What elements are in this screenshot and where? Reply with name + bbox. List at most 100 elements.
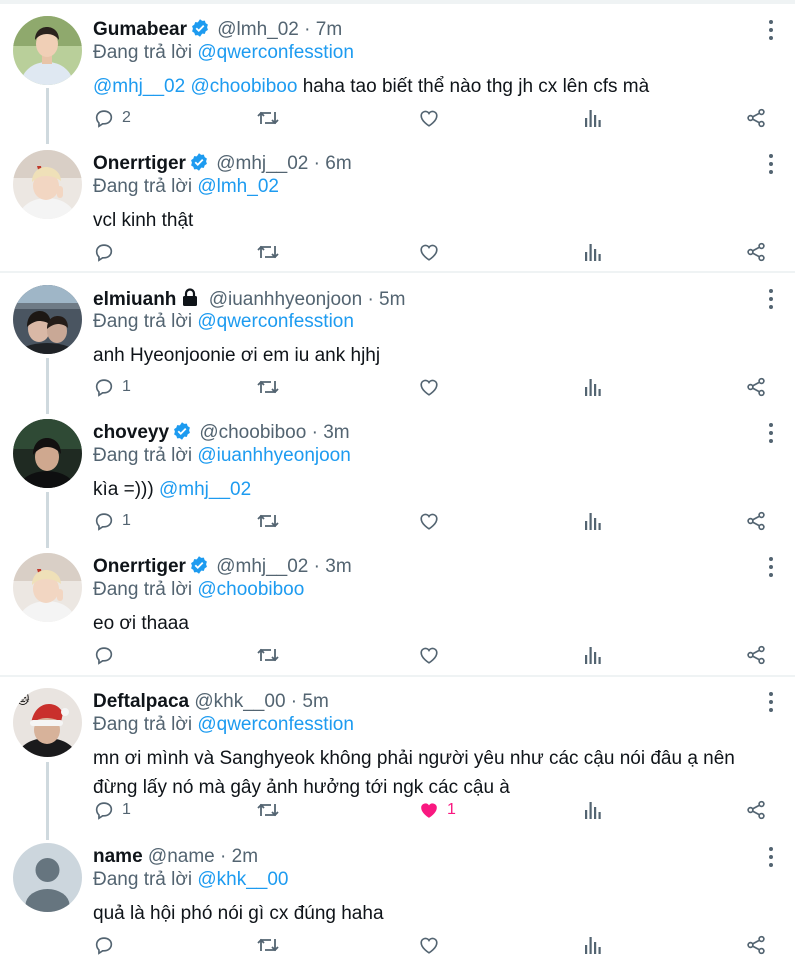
mention-link[interactable]: @mhj__02 @choobiboo: [93, 76, 297, 97]
reply-button[interactable]: 1: [93, 374, 131, 400]
retweet-button[interactable]: [256, 105, 287, 131]
display-name[interactable]: Onerrtiger: [93, 153, 186, 174]
more-icon[interactable]: [764, 847, 778, 871]
like-button[interactable]: [418, 374, 447, 400]
avatar[interactable]: [13, 843, 82, 912]
more-icon[interactable]: [764, 557, 778, 581]
timestamp[interactable]: 5m: [379, 289, 405, 310]
more-icon[interactable]: [764, 423, 778, 447]
separator-dot: ·: [313, 556, 320, 577]
reply-button[interactable]: [93, 642, 122, 668]
user-handle[interactable]: @lmh_02: [217, 19, 299, 40]
share-button[interactable]: [745, 374, 767, 400]
like-button[interactable]: [418, 105, 447, 131]
retweet-button[interactable]: [256, 374, 287, 400]
replying-to-handle[interactable]: @qwerconfesstion: [197, 42, 354, 63]
reply-button[interactable]: 1: [93, 797, 131, 823]
like-button[interactable]: [418, 239, 447, 265]
reply-count: 1: [122, 378, 131, 395]
share-button[interactable]: [745, 642, 767, 668]
display-name[interactable]: Onerrtiger: [93, 556, 186, 577]
more-icon[interactable]: [764, 20, 778, 44]
replying-to-handle[interactable]: @qwerconfesstion: [197, 311, 354, 332]
svg-text:🐱: 🐱: [16, 692, 30, 708]
timestamp[interactable]: 5m: [302, 691, 328, 712]
reply-button[interactable]: 2: [93, 105, 131, 131]
user-handle[interactable]: @iuanhhyeonjoon: [209, 289, 362, 310]
retweet-icon: [256, 510, 280, 532]
reply-icon: [93, 107, 115, 129]
tweet-actions: 11: [0, 797, 795, 823]
timestamp[interactable]: 3m: [323, 422, 349, 443]
share-icon: [745, 510, 767, 532]
user-handle[interactable]: @mhj__02: [216, 153, 308, 174]
like-icon: [418, 376, 440, 398]
share-button[interactable]: [745, 932, 767, 958]
replying-to-handle[interactable]: @lmh_02: [197, 176, 279, 197]
separator-dot: ·: [313, 153, 320, 174]
timestamp[interactable]: 3m: [325, 556, 351, 577]
reply-button[interactable]: 1: [93, 508, 131, 534]
reply-button[interactable]: [93, 932, 122, 958]
tweet-text: anh Hyeonjoonie ơi em iu ank hjhj: [93, 341, 773, 370]
mention-link[interactable]: @mhj__02: [159, 479, 251, 500]
views-icon: [583, 934, 603, 956]
retweet-button[interactable]: [256, 642, 287, 668]
like-icon: [418, 107, 440, 129]
more-icon[interactable]: [764, 289, 778, 313]
reply-count: 1: [122, 512, 131, 529]
avatar[interactable]: [13, 150, 82, 219]
retweet-button[interactable]: [256, 508, 287, 534]
more-icon[interactable]: [764, 154, 778, 178]
conversation-divider: [0, 271, 795, 273]
views-button[interactable]: [583, 932, 603, 958]
views-button[interactable]: [583, 508, 603, 534]
more-icon[interactable]: [764, 692, 778, 716]
display-name[interactable]: Deftalpaca: [93, 691, 189, 712]
retweet-icon: [256, 799, 280, 821]
retweet-button[interactable]: [256, 239, 287, 265]
display-name[interactable]: Gumabear: [93, 19, 187, 40]
avatar[interactable]: [13, 553, 82, 622]
user-handle[interactable]: @khk__00: [194, 691, 285, 712]
tweet-actions: 2: [0, 105, 795, 131]
views-button[interactable]: [583, 642, 603, 668]
like-button[interactable]: [418, 508, 447, 534]
avatar[interactable]: [13, 285, 82, 354]
avatar[interactable]: [13, 16, 82, 85]
separator-dot: ·: [367, 289, 374, 310]
share-button[interactable]: [745, 239, 767, 265]
tweet-actions: 1: [0, 374, 795, 400]
views-button[interactable]: [583, 797, 603, 823]
display-name[interactable]: choveyy: [93, 422, 169, 443]
timestamp[interactable]: 7m: [316, 19, 342, 40]
like-button[interactable]: 1: [418, 797, 456, 823]
share-button[interactable]: [745, 508, 767, 534]
user-handle[interactable]: @choobiboo: [199, 422, 306, 443]
share-button[interactable]: [745, 105, 767, 131]
replying-to-handle[interactable]: @qwerconfesstion: [197, 714, 354, 735]
share-icon: [745, 376, 767, 398]
like-button[interactable]: [418, 642, 447, 668]
replying-to-handle[interactable]: @iuanhhyeonjoon: [197, 445, 350, 466]
user-handle[interactable]: @mhj__02: [216, 556, 308, 577]
reply-button[interactable]: [93, 239, 122, 265]
timestamp[interactable]: 6m: [325, 153, 351, 174]
replying-to-handle[interactable]: @choobiboo: [197, 579, 304, 600]
retweet-button[interactable]: [256, 932, 287, 958]
retweet-button[interactable]: [256, 797, 287, 823]
like-button[interactable]: [418, 932, 447, 958]
views-button[interactable]: [583, 105, 603, 131]
share-button[interactable]: [745, 797, 767, 823]
timestamp[interactable]: 2m: [232, 846, 258, 867]
retweet-icon: [256, 241, 280, 263]
tweet-body: haha tao biết thể nào thg jh cx lên cfs …: [297, 76, 650, 97]
views-button[interactable]: [583, 374, 603, 400]
display-name[interactable]: elmiuanh: [93, 289, 176, 310]
views-button[interactable]: [583, 239, 603, 265]
avatar[interactable]: 🐱: [13, 688, 82, 757]
user-handle[interactable]: @name: [148, 846, 215, 867]
replying-to-handle[interactable]: @khk__00: [197, 869, 288, 890]
display-name[interactable]: name: [93, 846, 143, 867]
avatar[interactable]: [13, 419, 82, 488]
